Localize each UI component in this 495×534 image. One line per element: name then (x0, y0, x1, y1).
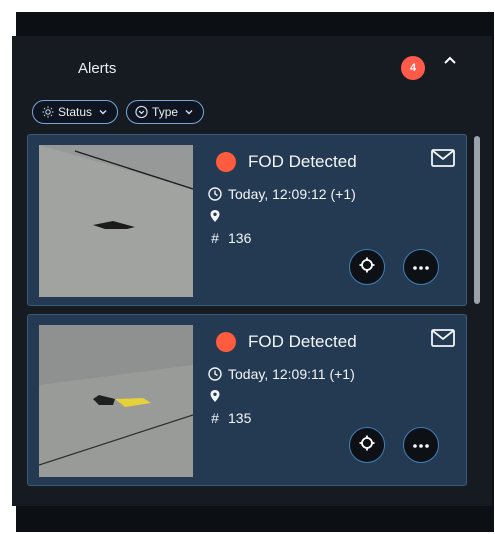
alert-number: 135 (228, 410, 252, 426)
alert-time: Today, 12:09:12 (+1) (228, 186, 356, 202)
mail-icon[interactable] (431, 329, 455, 347)
alert-title: FOD Detected (248, 152, 357, 171)
alert-time-row: Today, 12:09:11 (+1) (208, 363, 355, 385)
clock-icon (208, 367, 222, 381)
alert-location-row (208, 385, 355, 407)
locate-button[interactable] (349, 427, 385, 463)
status-dot (216, 152, 236, 172)
chevron-down-icon (96, 106, 109, 119)
location-pin-icon (208, 209, 222, 223)
status-icon (41, 106, 54, 119)
status-dot (216, 332, 236, 352)
alerts-count-badge: 4 (401, 56, 425, 80)
alert-number-row: # 135 (208, 407, 355, 429)
status-filter-chip[interactable]: Status (32, 100, 119, 124)
alert-number-row: # 136 (208, 227, 356, 249)
ellipsis-icon (412, 436, 430, 454)
location-pin-icon (208, 389, 222, 403)
type-filter-chip[interactable]: Type (126, 100, 205, 124)
scrollbar-thumb[interactable] (474, 136, 480, 304)
alerts-header: Alerts 4 (16, 46, 492, 94)
type-icon (135, 105, 148, 119)
locate-button[interactable] (349, 249, 385, 285)
alert-title-row: FOD Detected (216, 332, 357, 352)
alert-location-row (208, 205, 356, 227)
alert-card[interactable]: FOD Detected Today, 12:09:12 (+1) # 136 (27, 134, 467, 306)
hash-icon: # (211, 230, 219, 246)
mail-icon[interactable] (431, 149, 455, 167)
clock-icon (208, 187, 222, 201)
alert-number: 136 (228, 230, 252, 246)
filter-bar: Status Type (32, 100, 205, 124)
alert-time: Today, 12:09:11 (+1) (228, 366, 355, 382)
alert-time-row: Today, 12:09:12 (+1) (208, 183, 356, 205)
type-filter-label: Type (152, 105, 179, 119)
frame: Alerts 4 Status Type FOD Detected Today,… (0, 0, 495, 534)
alert-meta: Today, 12:09:12 (+1) # 136 (208, 183, 356, 249)
alert-thumbnail[interactable] (39, 325, 193, 477)
crosshair-icon (358, 256, 376, 279)
alert-title: FOD Detected (248, 332, 357, 351)
alert-title-row: FOD Detected (216, 152, 357, 172)
crosshair-icon (358, 434, 376, 457)
alert-meta: Today, 12:09:11 (+1) # 135 (208, 363, 355, 429)
alerts-title: Alerts (78, 60, 117, 77)
alert-card[interactable]: FOD Detected Today, 12:09:11 (+1) # 135 (27, 314, 467, 486)
ellipsis-icon (412, 258, 430, 276)
more-options-button[interactable] (403, 249, 439, 285)
alerts-list: FOD Detected Today, 12:09:12 (+1) # 136 … (27, 134, 469, 494)
collapse-chevron-icon[interactable] (441, 54, 459, 72)
chevron-down-icon (182, 106, 195, 119)
hash-icon: # (211, 410, 219, 426)
more-options-button[interactable] (403, 427, 439, 463)
alert-thumbnail[interactable] (39, 145, 193, 297)
status-filter-label: Status (58, 105, 93, 119)
